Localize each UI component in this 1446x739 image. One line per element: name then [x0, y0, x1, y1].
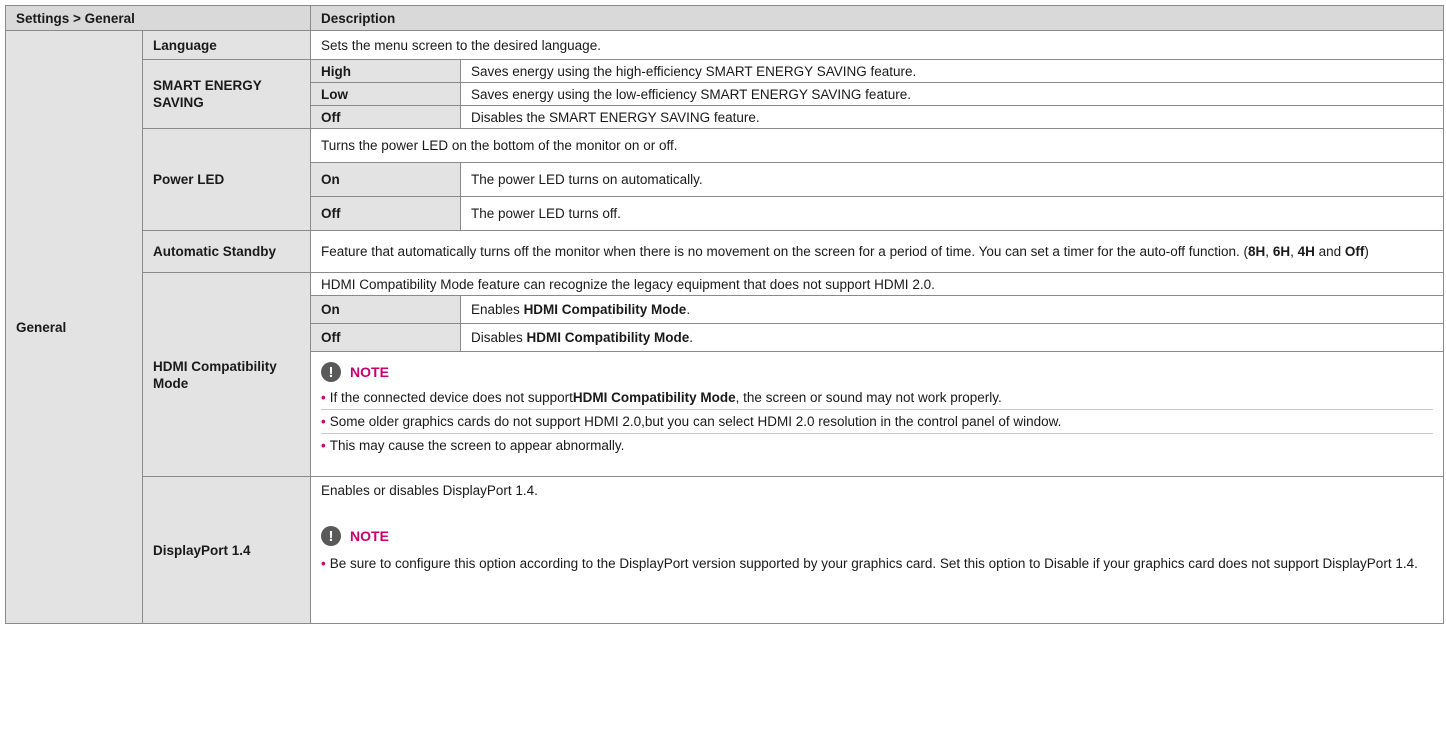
auto-standby-6h: 6H [1272, 244, 1291, 259]
smart-energy-high-desc: Saves energy using the high-efficiency S… [460, 59, 1445, 83]
note-text: This may cause the screen to appear abno… [329, 438, 625, 453]
smart-energy-off-label: Off [310, 105, 462, 129]
separator: ) [1364, 244, 1369, 259]
smart-energy-low-label: Low [310, 82, 462, 106]
exclamation-circle-icon: ! [321, 526, 342, 546]
bullet-icon: • [321, 414, 326, 429]
table-row: Automatic Standby Feature that automatic… [6, 230, 1445, 273]
bullet-icon: • [321, 556, 326, 571]
note-item: • This may cause the screen to appear abn… [321, 433, 1434, 457]
bullet-icon: • [321, 390, 326, 405]
power-led-on-desc: The power LED turns on automatically. [460, 162, 1445, 197]
displayport-desc-cell: Enables or disables DisplayPort 1.4. ! N… [310, 476, 1445, 624]
smart-energy-off-desc: Disables the SMART ENERGY SAVING feature… [460, 105, 1445, 129]
smart-energy-high-label: High [310, 59, 462, 83]
power-led-off-desc: The power LED turns off. [460, 196, 1445, 231]
hdmi-off-post: . [689, 330, 694, 345]
settings-general-table: Settings > General Description General L… [4, 5, 1445, 624]
note-item: • Some older graphics cards do not suppor… [321, 409, 1434, 433]
note-text: If the connected device does not support [329, 390, 573, 405]
hdmi-on-post: . [686, 302, 691, 317]
note-item: • Be sure to configure this option accord… [321, 554, 1433, 574]
table-row: Power LED Turns the power LED on the bot… [6, 128, 1445, 231]
auto-standby-desc: Feature that automatically turns off the… [310, 230, 1445, 273]
hdmi-on-label: On [310, 295, 462, 324]
note-item: • If the connected device does not suppor… [321, 386, 1433, 409]
bullet-icon: • [321, 438, 326, 453]
section-general-label: General [5, 30, 143, 624]
hdmi-on-text: Enables [471, 302, 524, 317]
displayport-label: DisplayPort 1.4 [141, 476, 312, 624]
note-text: Be sure to configure this option accordi… [329, 556, 1418, 571]
separator: and [1314, 244, 1345, 259]
header-settings-general: Settings > General [4, 5, 312, 31]
table-row: HDMI Compatibility Mode HDMI Compatibili… [6, 272, 1445, 477]
hdmi-off-bold: HDMI Compatibility Mode [526, 330, 690, 345]
smart-energy-label: SMART ENERGY SAVING [141, 59, 312, 129]
auto-standby-label: Automatic Standby [141, 230, 312, 273]
note-text: , the screen or sound may not work prope… [735, 390, 1002, 405]
note-label: NOTE [350, 527, 389, 544]
note-text: Some older graphics cards do not support… [329, 414, 1062, 429]
displayport-note-header: ! NOTE [321, 522, 1433, 550]
auto-standby-text: Feature that automatically turns off the… [321, 244, 1249, 259]
table-row: DisplayPort 1.4 Enables or disables Disp… [6, 476, 1445, 624]
hdmi-note-cell: ! NOTE • If the connected device does not… [310, 351, 1445, 477]
power-led-label: Power LED [141, 128, 312, 231]
hdmi-intro: HDMI Compatibility Mode feature can reco… [310, 272, 1445, 296]
displayport-intro: Enables or disables DisplayPort 1.4. [321, 483, 538, 498]
language-label: Language [141, 30, 312, 60]
exclamation-circle-icon: ! [321, 362, 342, 382]
auto-standby-8h: 8H [1248, 244, 1266, 259]
auto-standby-off: Off [1344, 244, 1365, 259]
table-row: General Language Sets the menu screen to… [5, 30, 1445, 624]
power-led-on-label: On [310, 162, 462, 197]
header-description: Description [310, 5, 1445, 31]
hdmi-note-header: ! NOTE [321, 358, 1433, 386]
hdmi-off-desc: Disables HDMI Compatibility Mode. [460, 323, 1445, 352]
power-led-intro: Turns the power LED on the bottom of the… [310, 128, 1445, 163]
separator: , [1265, 244, 1273, 259]
table-row: SMART ENERGY SAVING High Saves energy us… [6, 59, 1445, 129]
note-label: NOTE [350, 363, 389, 380]
separator: , [1290, 244, 1298, 259]
hdmi-on-desc: Enables HDMI Compatibility Mode. [460, 295, 1445, 324]
hdmi-label: HDMI Compatibility Mode [141, 272, 312, 477]
auto-standby-4h: 4H [1297, 244, 1315, 259]
note-bold: HDMI Compatibility Mode [572, 390, 736, 405]
table-header-row: Settings > General Description [4, 5, 1445, 31]
smart-energy-low-desc: Saves energy using the low-efficiency SM… [460, 82, 1445, 106]
power-led-off-label: Off [310, 196, 462, 231]
language-desc: Sets the menu screen to the desired lang… [310, 30, 1445, 60]
hdmi-on-bold: HDMI Compatibility Mode [523, 302, 687, 317]
hdmi-off-text: Disables [471, 330, 527, 345]
hdmi-off-label: Off [310, 323, 462, 352]
